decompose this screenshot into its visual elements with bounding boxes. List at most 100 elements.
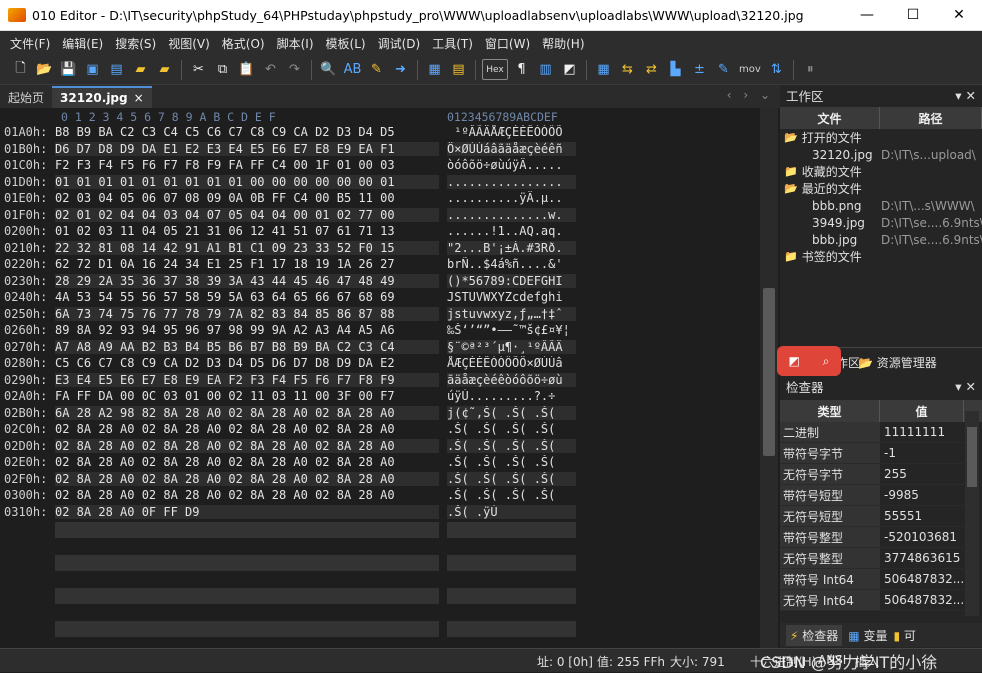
tab-start-page[interactable]: 起始页	[0, 86, 52, 108]
inspector-value[interactable]: 55551	[880, 506, 964, 526]
hex-row[interactable]: 0280h: C5 C6 C7 C8 C9 CA D2 D3 D4 D5 D6 D…	[0, 356, 760, 373]
row-ascii[interactable]: "2...B'¡±Á.#3Rð.	[447, 240, 576, 255]
close-tab-icon[interactable]: ×	[134, 91, 144, 105]
inspector-value[interactable]: -520103681	[880, 527, 964, 547]
hex-row[interactable]: 0200h: 01 02 03 11 04 05 21 31 06 12 41 5…	[0, 224, 760, 241]
find-icon[interactable]: 🔍	[318, 59, 339, 80]
redo-icon[interactable]: ↷	[284, 59, 305, 80]
row-ascii[interactable]: .Š( .Š( .Š( .Š(	[447, 438, 576, 453]
inspector-value[interactable]: -9985	[880, 485, 964, 505]
row-bytes[interactable]: 4A 53 54 55 56 57 58 59 5A 63 64 65 66 6…	[55, 290, 439, 304]
inspector-row[interactable]: 无符号字节 255	[780, 464, 964, 485]
row-ascii[interactable]: ................	[447, 174, 576, 189]
hex-editor[interactable]: 0 1 2 3 4 5 6 7 8 9 A B C D E F 01234567…	[0, 108, 760, 648]
pause-icon[interactable]: ⏸	[800, 59, 821, 80]
col-value[interactable]: 值	[880, 400, 964, 422]
tree-file-item[interactable]: 3949.jpg D:\IT\se....6.9nts\	[780, 214, 982, 231]
close-button[interactable]: ✕	[936, 0, 982, 31]
row-bytes[interactable]: 02 01 02 04 04 03 04 07 05 04 04 00 01 0…	[55, 207, 439, 222]
row-bytes[interactable]: 02 8A 28 A0 02 8A 28 A0 02 8A 28 A0 02 8…	[55, 471, 439, 486]
hex-row[interactable]: 0220h: 62 72 D1 0A 16 24 34 E1 25 F1 17 1…	[0, 257, 760, 274]
row-ascii[interactable]: ‰Š‘’“”•–—˜™š¢£¤¥¦	[447, 323, 576, 337]
inspector-value[interactable]: 255	[880, 464, 964, 484]
goto-icon[interactable]: ➜	[390, 59, 411, 80]
columns-icon[interactable]: ▥	[535, 59, 556, 80]
cut-icon[interactable]: ✂	[188, 59, 209, 80]
minimize-button[interactable]: —	[844, 0, 890, 31]
folder-icon[interactable]: ▰	[130, 59, 151, 80]
menu-script[interactable]: 脚本(I)	[271, 35, 320, 52]
tree-favorites[interactable]: 📁 收藏的文件	[780, 163, 982, 180]
find-in-files-icon[interactable]: ✎	[366, 59, 387, 80]
row-bytes[interactable]: 62 72 D1 0A 16 24 34 E1 25 F1 17 18 19 1…	[55, 257, 439, 271]
tab-variables[interactable]: ▦ 变量	[848, 627, 887, 644]
inspector-row[interactable]: 带符号短型 -9985	[780, 485, 964, 506]
hex-row[interactable]: 0260h: 89 8A 92 93 94 95 96 97 98 99 9A A…	[0, 323, 760, 340]
inspector-value[interactable]: 11111111	[880, 422, 964, 442]
row-bytes[interactable]: B8 B9 BA C2 C3 C4 C5 C6 C7 C8 C9 CA D2 D…	[55, 125, 439, 139]
save-as-icon[interactable]: ▣	[82, 59, 103, 80]
tab-32120-jpg[interactable]: 32120.jpg ×	[52, 86, 152, 108]
tree-file-item[interactable]: bbb.jpg D:\IT\se....6.9nts\	[780, 231, 982, 248]
hex-scrollbar[interactable]	[760, 108, 778, 648]
inspector-row[interactable]: 无符号短型 55551	[780, 506, 964, 527]
menu-debug[interactable]: 调试(D)	[372, 35, 427, 52]
tree-file-item[interactable]: bbb.png D:\IT\...s\WWW\	[780, 197, 982, 214]
col-file[interactable]: 文件	[780, 107, 880, 129]
row-bytes[interactable]: 02 8A 28 A0 02 8A 28 A0 02 8A 28 A0 02 8…	[55, 438, 439, 453]
row-bytes[interactable]: 89 8A 92 93 94 95 96 97 98 99 9A A2 A3 A…	[55, 323, 439, 337]
pilcrow-icon[interactable]: ¶	[511, 59, 532, 80]
row-bytes[interactable]: 6A 28 A2 98 82 8A 28 A0 02 8A 28 A0 02 8…	[55, 405, 439, 420]
hex-row[interactable]: 02E0h: 02 8A 28 A0 02 8A 28 A0 02 8A 28 A…	[0, 455, 760, 472]
edit-value-icon[interactable]: ✎	[713, 59, 734, 80]
hex-row[interactable]: 0230h: 28 29 2A 35 36 37 38 39 3A 43 44 4…	[0, 273, 760, 291]
hex-row[interactable]: 0210h: 22 32 81 08 14 42 91 A1 B1 C1 09 2…	[0, 240, 760, 258]
inspector-row[interactable]: 带符号字节 -1	[780, 443, 964, 464]
menu-format[interactable]: 格式(O)	[216, 35, 271, 52]
row-bytes[interactable]: A7 A8 A9 AA B2 B3 B4 B5 B6 B7 B8 B9 BA C…	[55, 339, 439, 354]
menu-file[interactable]: 文件(F)	[4, 35, 56, 52]
row-bytes[interactable]: 6A 73 74 75 76 77 78 79 7A 82 83 84 85 8…	[55, 306, 439, 321]
floating-translate-toolbar[interactable]: ◩ ⌕	[777, 346, 841, 376]
row-ascii[interactable]: ..........ÿÄ.µ..	[447, 191, 576, 205]
hex-row[interactable]: 0240h: 4A 53 54 55 56 57 58 59 5A 63 64 6…	[0, 290, 760, 307]
hex-row[interactable]: 0310h: 02 8A 28 A0 0F FF D9 .Š( .ÿÙ	[0, 504, 760, 522]
inspector-row[interactable]: 带符号整型 -520103681	[780, 527, 964, 548]
hex-row[interactable]: 0270h: A7 A8 A9 AA B2 B3 B4 B5 B6 B7 B8 B…	[0, 339, 760, 357]
hex-row[interactable]: 01E0h: 02 03 04 05 06 07 08 09 0A 0B FF C…	[0, 191, 760, 208]
panel-controls[interactable]: ▾ ✕	[955, 88, 976, 103]
hex-row[interactable]: 0300h: 02 8A 28 A0 02 8A 28 A0 02 8A 28 A…	[0, 488, 760, 505]
inspector-row[interactable]: 带符号 Int64 506487832...	[780, 569, 964, 590]
menu-template[interactable]: 模板(L)	[320, 35, 372, 52]
row-bytes[interactable]: E3 E4 E5 E6 E7 E8 E9 EA F2 F3 F4 F5 F6 F…	[55, 372, 439, 387]
open-folder-icon[interactable]: 📂	[34, 59, 55, 80]
save-all-icon[interactable]: ▤	[106, 59, 127, 80]
hex-row[interactable]: 02A0h: FA FF DA 00 0C 03 01 00 02 11 03 1…	[0, 389, 760, 406]
paste-icon[interactable]: 📋	[236, 59, 257, 80]
menu-edit[interactable]: 编辑(E)	[56, 35, 109, 52]
folders-icon[interactable]: ▰	[154, 59, 175, 80]
row-ascii[interactable]: .Š( .Š( .Š( .Š(	[447, 422, 576, 436]
row-ascii[interactable]: ......!1..AQ.aq.	[447, 224, 576, 238]
row-bytes[interactable]: 22 32 81 08 14 42 91 A1 B1 C1 09 23 33 5…	[55, 240, 439, 255]
panel-controls[interactable]: ▾ ✕	[955, 379, 976, 394]
row-bytes[interactable]: FA FF DA 00 0C 03 01 00 02 11 03 11 00 3…	[55, 389, 439, 403]
row-bytes[interactable]: D6 D7 D8 D9 DA E1 E2 E3 E4 E5 E6 E7 E8 E…	[55, 141, 439, 156]
hex-row[interactable]: 01D0h: 01 01 01 01 01 01 01 01 01 00 00 0…	[0, 174, 760, 192]
row-bytes[interactable]: 02 8A 28 A0 02 8A 28 A0 02 8A 28 A0 02 8…	[55, 422, 439, 436]
row-ascii[interactable]: ()*56789:CDEFGHI	[447, 273, 576, 288]
menu-search[interactable]: 搜索(S)	[109, 35, 162, 52]
compare-icon[interactable]: ⇆	[617, 59, 638, 80]
undo-icon[interactable]: ↶	[260, 59, 281, 80]
row-bytes[interactable]: 02 8A 28 A0 02 8A 28 A0 02 8A 28 A0 02 8…	[55, 488, 439, 502]
hex-row[interactable]: 0290h: E3 E4 E5 E6 E7 E8 E9 EA F2 F3 F4 F…	[0, 372, 760, 390]
inspector-row[interactable]: 无符号整型 3774863615	[780, 548, 964, 569]
hex-mode-icon[interactable]: Hex	[482, 59, 508, 80]
row-ascii[interactable]: .Š( .Š( .Š( .Š(	[447, 488, 576, 502]
row-bytes[interactable]: 01 02 03 11 04 05 21 31 06 12 41 51 07 6…	[55, 224, 439, 238]
menu-help[interactable]: 帮助(H)	[536, 35, 590, 52]
row-ascii[interactable]: .Š( .Š( .Š( .Š(	[447, 455, 576, 469]
row-ascii[interactable]: ãäåæçèéêòóôõö÷øù	[447, 372, 576, 387]
save-icon[interactable]: 💾	[58, 59, 79, 80]
inspector-value[interactable]: -1	[880, 443, 964, 463]
